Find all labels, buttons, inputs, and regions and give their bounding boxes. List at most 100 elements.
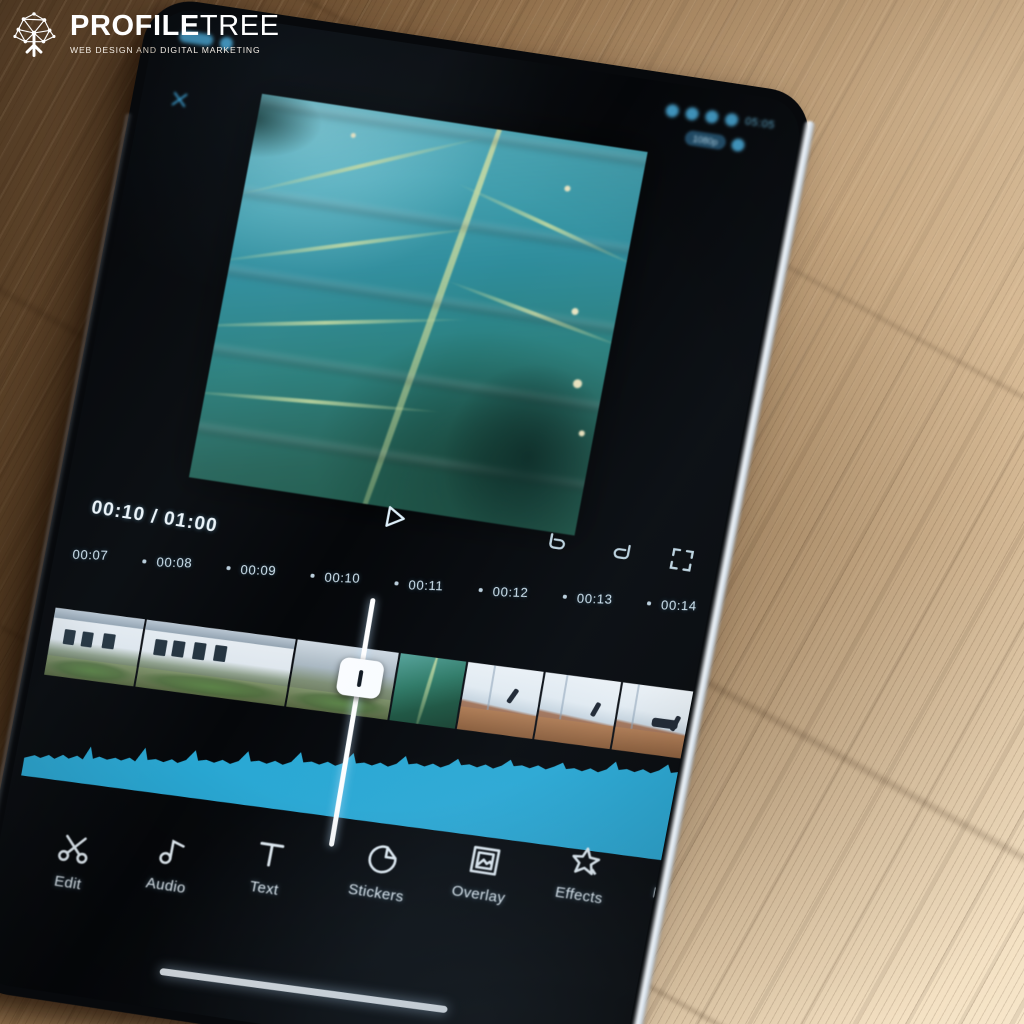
brand-tagline: WEB DESIGN AND DIGITAL MARKETING [70,45,280,55]
tab-label: Overlay [450,882,507,908]
playhead-grip-icon [356,669,364,687]
leaf-vein [209,225,481,265]
thumb-foliage [44,654,137,687]
watermark-text: PROFILETREE WEB DESIGN AND DIGITAL MARKE… [70,9,280,55]
redo-button[interactable] [603,535,637,572]
leaf-footage-frame [188,93,648,536]
ruler-tick-label: 00:07 [72,546,109,563]
thumb-window [62,629,77,646]
thumb-window [79,631,95,648]
tree-network-logo-icon [13,12,56,58]
thumb-roof [145,619,296,649]
ruler-tick-label: 00:12 [492,584,529,601]
tab-stickers[interactable]: Stickers [347,839,413,906]
thumb-window [153,638,168,657]
overlay-image-icon [469,845,501,876]
undo-button[interactable] [542,525,576,562]
thumb-wall-fold [559,674,569,721]
tab-label: Edit [52,872,83,894]
table-row[interactable] [534,672,624,750]
tab-text[interactable]: Text [246,835,291,899]
table-row[interactable] [44,607,147,687]
ruler-tick-label: 00:09 [240,562,277,579]
ruler-tick-dot [226,565,231,570]
tab-edit[interactable]: Edit [49,830,94,894]
ruler-tick-label: 00:08 [156,554,193,571]
tab-audio[interactable]: Audio [145,832,196,897]
undo-icon [549,533,565,550]
status-bar-clock: 05:05 [743,115,776,132]
edit-action-icons [542,525,698,580]
ruler-tick-label: 00:11 [408,577,444,594]
thumb-window [101,633,116,650]
ruler-tick-dot [310,573,315,578]
thumb-object [589,701,602,718]
watermark-logo: PROFILETREE WEB DESIGN AND DIGITAL MARKE… [0,0,292,66]
brand-name: PROFILETREE [70,9,280,42]
thumb-floor [534,716,614,750]
brand-name-bold: PROFILE [70,9,200,42]
ruler-tick-label: 00:10 [324,569,361,586]
star-sparkle-icon [572,847,600,876]
tagline-part-1: WEB DESIGN [70,44,134,55]
tab-label: Text [248,878,280,900]
close-button[interactable] [167,88,191,116]
thumb-wall-fold [486,665,496,712]
table-row[interactable] [456,661,546,740]
table-row[interactable] [389,653,469,729]
thumb-window [171,640,186,658]
tab-overlay[interactable]: Overlay [450,840,514,907]
play-icon [385,506,405,527]
close-icon [171,91,188,108]
ruler-tick-dot [646,601,651,606]
ruler-tick-label: 00:13 [576,590,614,607]
status-bar-right: 05:05 [664,102,776,132]
tab-label: Stickers [346,880,406,906]
leaf-texture-ripple [188,179,648,264]
thumb-object [506,688,520,705]
thumb-window [191,642,207,661]
tagline-part-2: AND [133,44,161,55]
ruler-tick-dot [478,587,483,592]
ruler-tick-dot [142,559,147,564]
tab-label: Audio [144,874,188,898]
thumb-leaf-vein [413,653,441,729]
ruler-tick-dot [394,581,399,586]
wifi-icon [684,105,700,121]
video-preview[interactable] [188,93,648,536]
smartphone-device: 05:05 1080p 00:10 / 01:00 00:07 00:08 00… [0,0,817,1024]
leaf-highlight-speck [570,307,579,316]
thumb-roof [53,607,145,629]
thumb-wall-fold [630,684,641,731]
tab-effects[interactable]: Effects [554,842,612,908]
play-button[interactable] [377,500,412,534]
phone-container: 05:05 1080p 00:10 / 01:00 00:07 00:08 00… [0,0,1024,1024]
thumb-floor [456,706,537,739]
thumb-floor [611,726,691,760]
fullscreen-button[interactable] [664,544,698,581]
leaf-shadow-blotch [188,93,330,168]
leaf-highlight-speck [563,185,571,193]
fullscreen-icon [669,547,695,572]
thumb-floor [689,736,773,771]
scissors-icon [58,834,88,864]
bluetooth-icon [704,108,720,124]
music-note-icon [159,839,185,865]
ruler-tick-label: 00:14 [660,597,698,614]
tagline-part-3: DIGITAL MARKETING [160,44,261,55]
tab-label: Effects [553,883,605,908]
battery-icon [724,111,740,127]
brand-name-light: TREE [199,9,280,42]
thumb-window [212,644,228,663]
thumb-wall-fold [716,695,727,742]
home-gesture-bar[interactable] [159,967,448,1014]
text-t-icon [260,841,285,867]
playhead-handle[interactable] [335,656,386,700]
redo-icon [613,544,631,560]
chip-dot-icon [730,137,746,153]
table-row[interactable] [135,619,298,707]
signal-icon [664,102,681,118]
ruler-tick-dot [562,594,567,599]
sticker-icon [368,845,397,874]
leaf-highlight-speck [350,132,357,139]
